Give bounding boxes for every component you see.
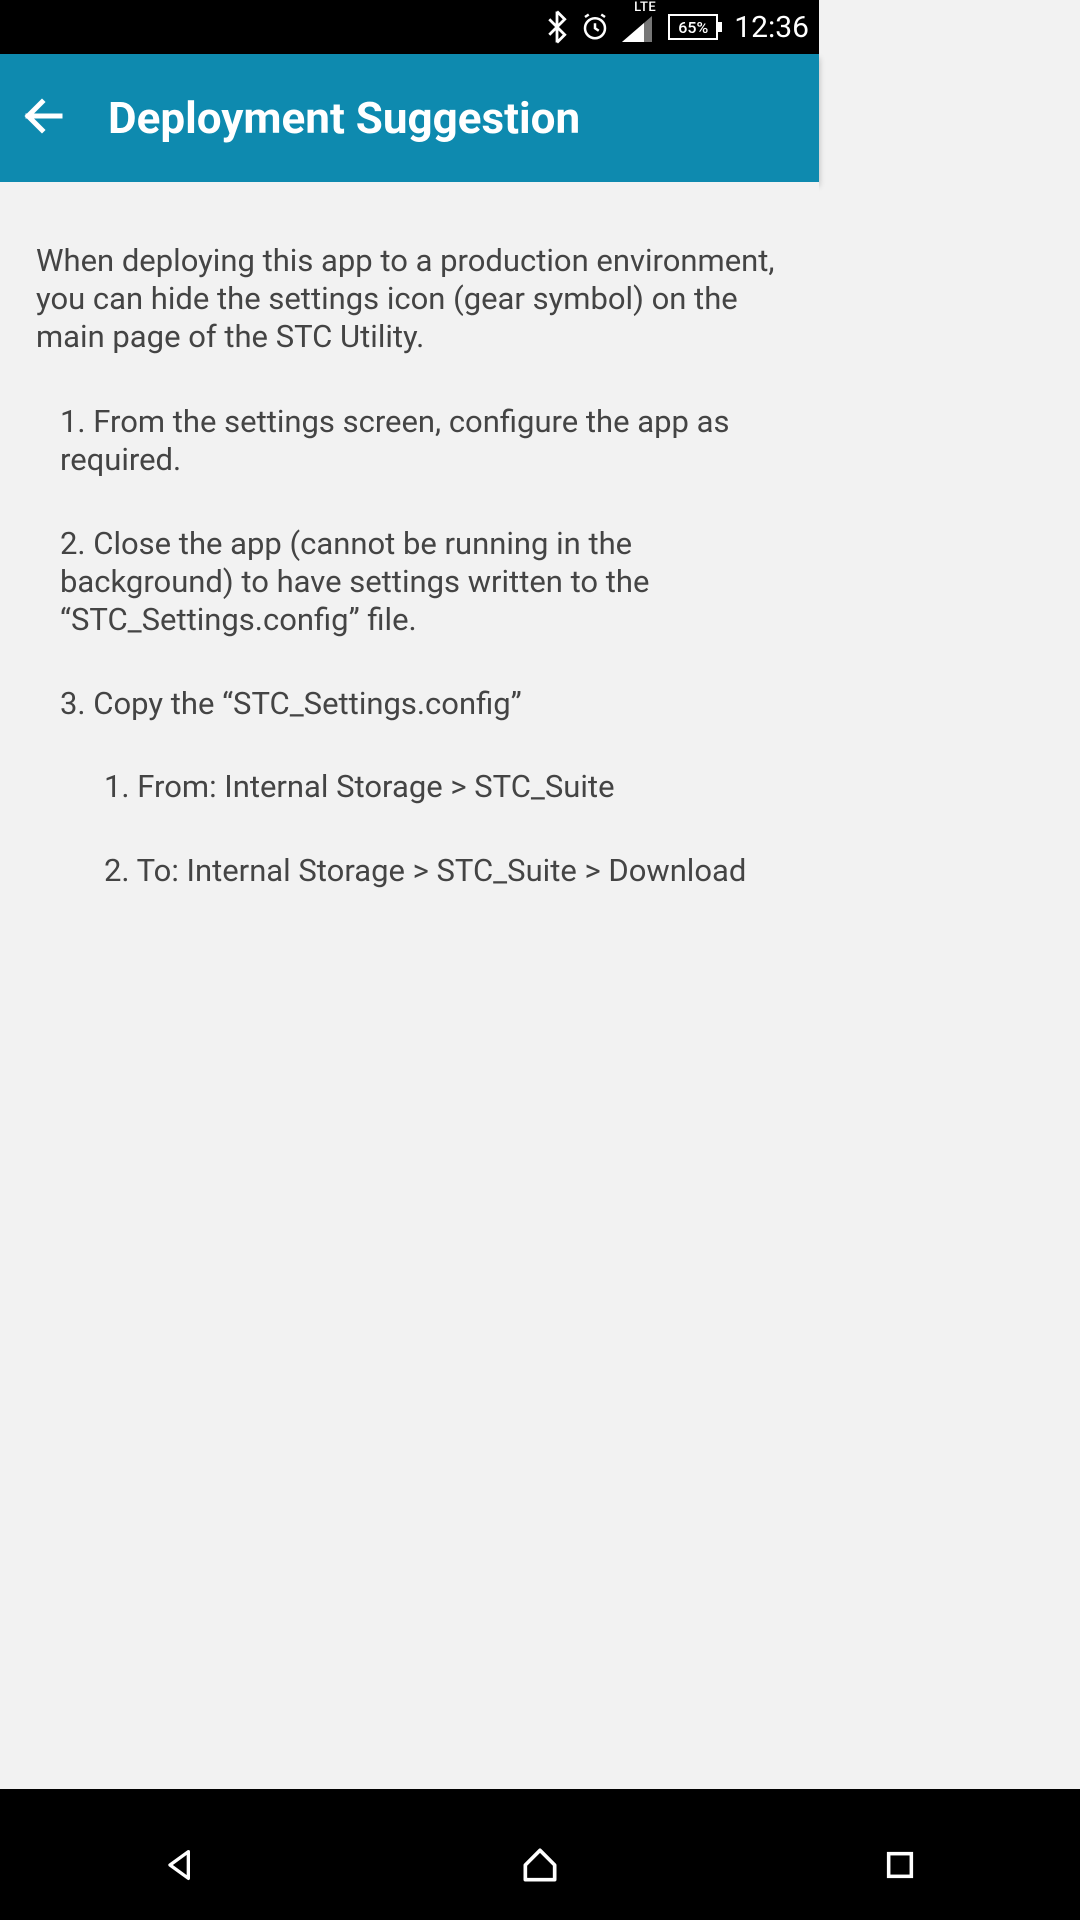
- step-text: 3. Copy the “STC_Settings.config”: [60, 685, 522, 722]
- nav-recent-button[interactable]: [875, 1840, 925, 1890]
- network-type-label: LTE: [634, 0, 656, 15]
- status-bar: LTE 65% 12:36: [0, 0, 819, 54]
- nav-back-button[interactable]: [155, 1840, 205, 1890]
- step-item: 1. From the settings screen, configure t…: [60, 403, 783, 479]
- nav-home-button[interactable]: [515, 1840, 565, 1890]
- alarm-icon: [580, 12, 610, 42]
- navigation-bar: [0, 1809, 1080, 1920]
- steps-list: 1. From the settings screen, configure t…: [36, 403, 783, 890]
- battery-indicator: 65%: [668, 14, 718, 40]
- bluetooth-icon: [546, 10, 568, 44]
- sub-step-item: 1. From: Internal Storage > STC_Suite: [104, 768, 783, 806]
- nav-divider: [0, 1789, 1080, 1809]
- intro-text: When deploying this app to a production …: [36, 242, 783, 355]
- app-bar: Deployment Suggestion: [0, 54, 819, 182]
- step-item: 3. Copy the “STC_Settings.config” 1. Fro…: [60, 685, 783, 890]
- content-area: When deploying this app to a production …: [0, 182, 819, 956]
- sub-step-item: 2. To: Internal Storage > STC_Suite > Do…: [104, 852, 783, 890]
- clock-label: 12:36: [734, 10, 809, 45]
- battery-level-label: 65%: [668, 14, 718, 40]
- page-title: Deployment Suggestion: [108, 92, 580, 144]
- back-button[interactable]: [20, 92, 68, 144]
- step-item: 2. Close the app (cannot be running in t…: [60, 525, 783, 638]
- signal-icon: LTE: [622, 12, 656, 42]
- sub-steps-list: 1. From: Internal Storage > STC_Suite 2.…: [60, 768, 783, 890]
